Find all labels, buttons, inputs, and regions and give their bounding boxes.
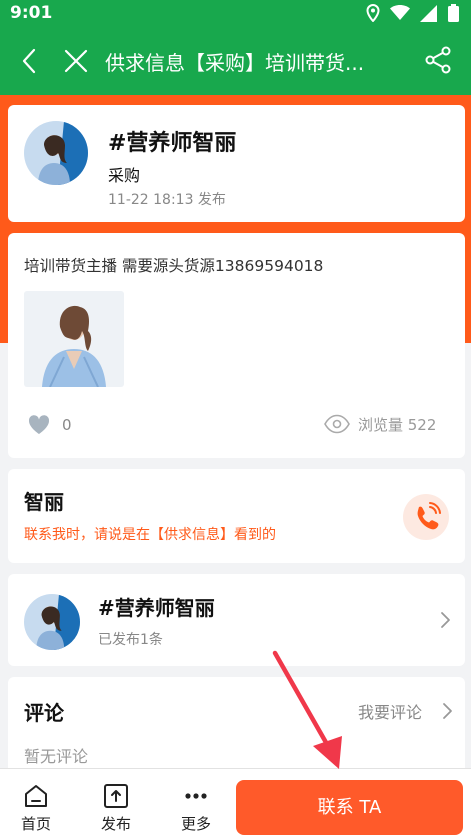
status-time: 9:01 — [10, 3, 53, 23]
comments-card: 评论 我要评论 暂无评论 — [8, 677, 465, 777]
content-card: 培训带货主播 需要源头货源13869594018 0 浏览量 522 — [8, 233, 465, 458]
tab-publish[interactable]: 发布 — [86, 769, 146, 840]
author-card: #营养师智丽 采购 11-22 18:13 发布 — [8, 105, 465, 222]
signal-icon — [420, 4, 437, 22]
heart-icon[interactable] — [28, 414, 50, 436]
page-title: 供求信息【采购】培训带货... — [105, 51, 365, 75]
chevron-right-icon — [441, 612, 450, 628]
call-button[interactable] — [403, 494, 449, 540]
like-count: 0 — [62, 416, 72, 434]
post-time: 11-22 18:13 发布 — [108, 192, 226, 208]
wifi-icon — [390, 5, 410, 20]
chevron-right-icon — [443, 703, 452, 719]
view-count: 浏览量 522 — [358, 416, 437, 434]
publisher-post-count: 已发布1条 — [98, 632, 163, 648]
more-icon — [185, 793, 207, 799]
publisher-name: #营养师智丽 — [98, 596, 215, 620]
eye-icon — [324, 414, 350, 434]
author-name: #营养师智丽 — [108, 131, 237, 156]
comments-empty-state: 暂无评论 — [24, 747, 89, 766]
post-type: 采购 — [108, 166, 141, 185]
contact-note: 联系我时，请说是在【供求信息】看到的 — [24, 527, 276, 543]
back-icon[interactable] — [16, 47, 44, 75]
share-icon[interactable] — [423, 45, 453, 75]
close-icon[interactable] — [62, 47, 90, 75]
tab-more[interactable]: 更多 — [166, 769, 226, 840]
nav-bar: 供求信息【采购】培训带货... — [0, 27, 471, 95]
contact-name: 智丽 — [24, 490, 64, 514]
tab-more-label: 更多 — [180, 815, 211, 833]
post-content: 培训带货主播 需要源头货源13869594018 — [24, 257, 324, 275]
phone-icon — [417, 502, 441, 530]
location-icon — [366, 4, 380, 22]
battery-icon — [448, 4, 459, 22]
bottom-bar: 首页 发布 更多 联系 TA — [0, 768, 471, 840]
comments-title: 评论 — [24, 701, 64, 725]
status-bar: 9:01 — [0, 0, 471, 27]
home-icon — [25, 785, 47, 807]
author-avatar[interactable] — [24, 121, 88, 185]
upload-icon — [104, 784, 128, 808]
write-comment-link[interactable]: 我要评论 — [358, 699, 422, 723]
publisher-avatar — [24, 594, 80, 650]
contact-card: 智丽 联系我时，请说是在【供求信息】看到的 — [8, 469, 465, 563]
post-image[interactable] — [24, 291, 124, 387]
tab-publish-label: 发布 — [100, 815, 131, 833]
status-icons — [366, 4, 459, 22]
tab-home-label: 首页 — [20, 815, 51, 833]
publisher-card[interactable]: #营养师智丽 已发布1条 — [8, 574, 465, 666]
tab-home[interactable]: 首页 — [6, 769, 66, 840]
contact-ta-button[interactable]: 联系 TA — [236, 780, 463, 835]
